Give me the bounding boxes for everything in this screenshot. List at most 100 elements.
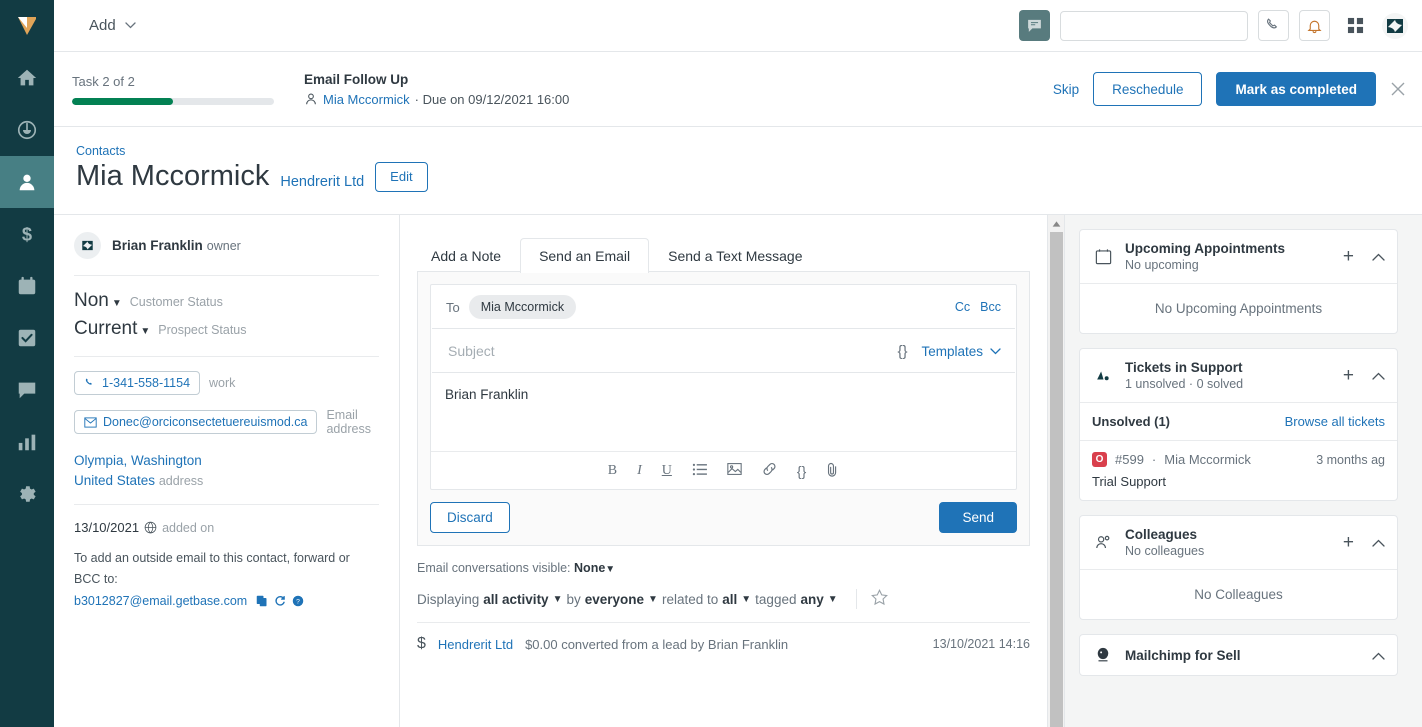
star-icon[interactable]	[855, 589, 888, 609]
support-icon	[1092, 366, 1114, 385]
sell-logo-icon	[0, 0, 54, 52]
company-link[interactable]: Hendrerit Ltd	[280, 174, 364, 193]
envelope-icon	[84, 416, 97, 428]
add-colleague-button[interactable]: +	[1343, 533, 1354, 552]
underline-icon[interactable]: U	[662, 463, 672, 479]
phone-icon	[85, 378, 92, 385]
sidebar-item-calendar[interactable]	[0, 260, 54, 312]
browse-all-tickets-link[interactable]: Browse all tickets	[1285, 414, 1385, 429]
subject-row: {} Templates	[432, 329, 1015, 373]
bold-icon[interactable]: B	[608, 463, 617, 479]
calendar-icon	[1092, 247, 1114, 266]
panel-header: Upcoming Appointments No upcoming +	[1080, 230, 1397, 283]
close-icon[interactable]	[1390, 81, 1406, 97]
chevron-up-icon[interactable]	[1372, 535, 1385, 550]
email-body-editor[interactable]: Brian Franklin	[431, 373, 1016, 451]
breadcrumb[interactable]: Contacts	[76, 144, 1422, 158]
task-contact-link[interactable]: Mia Mccormick	[323, 92, 410, 107]
add-ticket-button[interactable]: +	[1343, 366, 1354, 385]
chevron-up-icon[interactable]	[1372, 249, 1385, 264]
sidebar-item-deals[interactable]: $	[0, 208, 54, 260]
italic-icon[interactable]: I	[637, 463, 642, 479]
search-input[interactable]	[1069, 17, 1249, 34]
recipient-chip[interactable]: Mia Mccormick	[468, 295, 577, 319]
panel-subtitle: No colleagues	[1125, 544, 1205, 558]
mark-completed-button[interactable]: Mark as completed	[1216, 72, 1376, 106]
compose-card: To Mia Mccormick Cc Bcc {} Templates	[430, 284, 1017, 490]
tab-send-text[interactable]: Send a Text Message	[649, 238, 821, 273]
skip-button[interactable]: Skip	[1053, 82, 1079, 97]
address-line2: United States	[74, 472, 156, 488]
zendesk-logo-icon	[1382, 12, 1408, 39]
edit-button[interactable]: Edit	[375, 161, 428, 192]
chevron-down-icon: ▼	[648, 593, 658, 605]
link-icon[interactable]	[762, 462, 777, 479]
compose-area: To Mia Mccormick Cc Bcc {} Templates	[417, 271, 1030, 546]
chevron-up-icon[interactable]	[1372, 648, 1385, 663]
reschedule-button[interactable]: Reschedule	[1093, 72, 1203, 106]
bullet-list-icon[interactable]	[692, 463, 707, 479]
center-scrollbar-thumb[interactable]	[1050, 232, 1063, 727]
sidebar-item-settings[interactable]	[0, 468, 54, 520]
image-icon[interactable]	[727, 462, 742, 479]
address-block[interactable]: Olympia, Washington United States addres…	[64, 451, 379, 490]
filter-tagged[interactable]: any	[800, 592, 823, 607]
variable-icon[interactable]: {}	[897, 343, 907, 360]
chevron-up-icon[interactable]	[1372, 368, 1385, 383]
discard-button[interactable]: Discard	[430, 502, 510, 533]
subject-input[interactable]	[446, 342, 898, 360]
zendesk-logo-button[interactable]	[1380, 11, 1410, 41]
send-button[interactable]: Send	[939, 502, 1017, 533]
templates-label: Templates	[921, 343, 983, 359]
filter-by[interactable]: everyone	[585, 592, 644, 607]
cc-button[interactable]: Cc	[955, 300, 970, 314]
added-on-row: 13/10/2021 added on	[64, 520, 379, 535]
email-label: Email address	[326, 408, 371, 436]
scroll-up-arrow-icon[interactable]	[1048, 215, 1064, 232]
copy-icon[interactable]	[256, 595, 268, 607]
sidebar-item-tasks[interactable]	[0, 312, 54, 364]
refresh-icon[interactable]	[274, 595, 286, 607]
sidebar-item-home[interactable]	[0, 52, 54, 104]
bcc-button[interactable]: Bcc	[980, 300, 1001, 314]
added-label: added on	[162, 520, 215, 535]
globe-icon	[144, 521, 157, 534]
panel-actions	[1372, 648, 1385, 663]
apps-grid-button[interactable]	[1340, 11, 1370, 41]
sidebar-item-reports[interactable]	[0, 416, 54, 468]
customer-status-row[interactable]: Non ▼ Customer Status	[74, 290, 379, 312]
help-icon[interactable]: ?	[292, 595, 304, 607]
phone-button[interactable]	[1258, 10, 1289, 41]
templates-dropdown[interactable]: Templates	[921, 344, 1001, 359]
attachment-icon[interactable]	[826, 462, 839, 480]
tab-add-note[interactable]: Add a Note	[412, 238, 520, 273]
filter-related[interactable]: all	[722, 592, 737, 607]
notifications-button[interactable]	[1299, 10, 1330, 41]
activity-item: $ Hendrerit Ltd $0.00 converted from a l…	[400, 623, 1047, 653]
panel-subtitle: No upcoming	[1125, 258, 1199, 272]
activity-link[interactable]: Hendrerit Ltd	[438, 637, 513, 652]
conversations-value[interactable]: None	[574, 561, 605, 575]
sidebar-item-communication[interactable]	[0, 364, 54, 416]
owner-name[interactable]: Brian Franklin	[112, 238, 203, 253]
filter-activity[interactable]: all activity	[483, 592, 548, 607]
sidebar-item-contacts[interactable]	[0, 156, 54, 208]
prospect-status-row[interactable]: Current ▼ Prospect Status	[74, 318, 379, 340]
search-box[interactable]	[1060, 10, 1249, 41]
related-prefix: related to	[661, 591, 719, 607]
ticket-row[interactable]: O #599 · Mia Mccormick 3 months ag Trial…	[1080, 440, 1397, 500]
panel-title: Tickets in Support	[1125, 360, 1243, 375]
chat-button[interactable]	[1019, 10, 1050, 41]
customer-status-value: Non	[74, 290, 109, 311]
bcc-email[interactable]: b3012827@email.getbase.com	[74, 594, 247, 608]
right-panel-column: Upcoming Appointments No upcoming + No U…	[1064, 215, 1422, 727]
sidebar-item-leads[interactable]	[0, 104, 54, 156]
phone-pill[interactable]: 1-341-558-1154	[74, 371, 201, 395]
add-appointment-button[interactable]: +	[1343, 247, 1354, 266]
email-pill[interactable]: Donec@orciconsectetuereuismod.ca	[74, 410, 318, 434]
variable-icon[interactable]: {}	[797, 463, 806, 479]
center-scrollbar[interactable]	[1047, 215, 1064, 727]
person-icon	[306, 93, 316, 105]
add-button[interactable]: Add	[89, 17, 136, 34]
tab-send-email[interactable]: Send an Email	[520, 238, 650, 273]
